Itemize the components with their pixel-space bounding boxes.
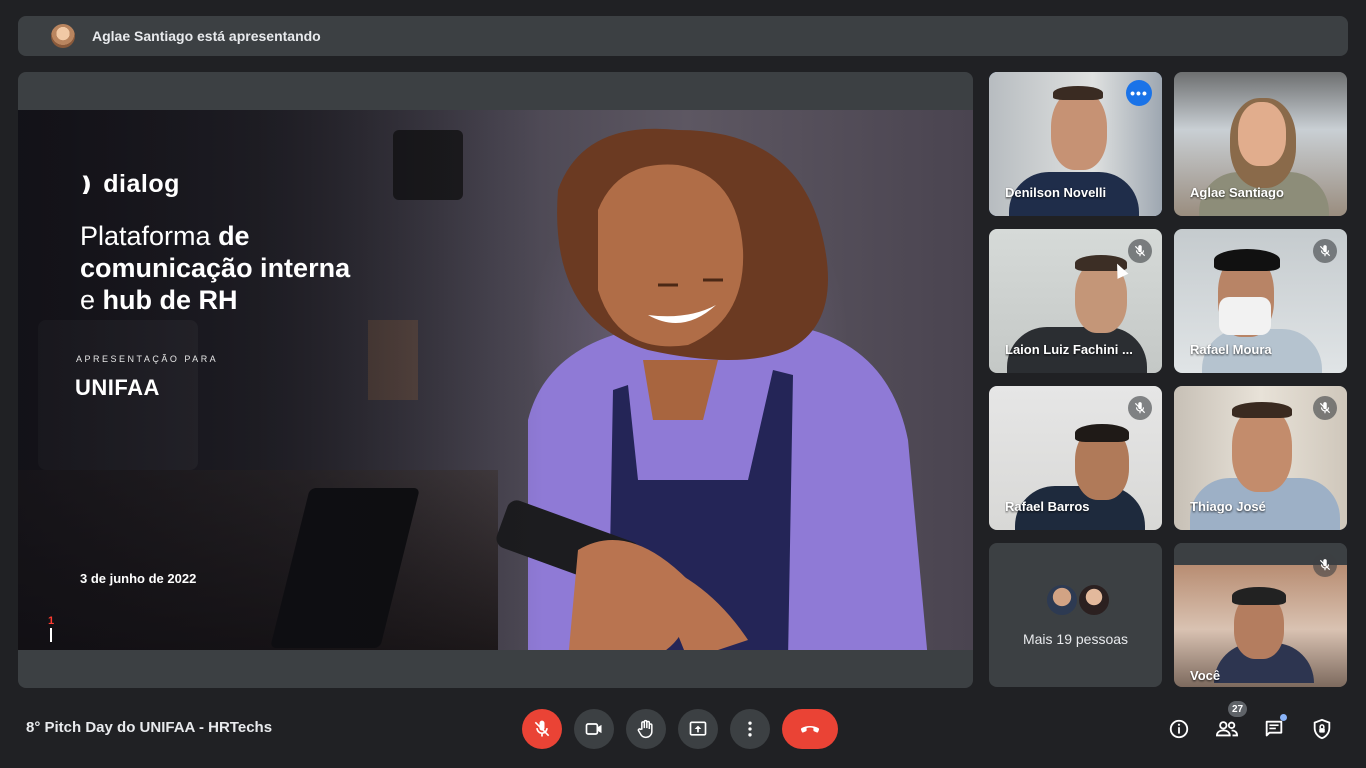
slide-date: 3 de junho de 2022 (80, 571, 197, 586)
mic-toggle-button[interactable] (522, 709, 562, 749)
avatar (1045, 583, 1079, 617)
presentation-slide: ❫ dialog Plataforma de comunicação inter… (18, 110, 973, 650)
headline-part: e (80, 285, 103, 315)
more-people-tile[interactable]: Mais 19 pessoas (989, 543, 1162, 687)
meeting-details-button[interactable] (1162, 712, 1196, 746)
dialog-logo: ❫ dialog (78, 170, 180, 199)
presenter-banner: Aglae Santiago está apresentando (18, 16, 1348, 56)
meeting-title: 8° Pitch Day do UNIFAA - HRTechs (26, 719, 273, 736)
presenter-text: Aglae Santiago está apresentando (92, 28, 321, 44)
participant-name: Denilson Novelli (1005, 185, 1107, 200)
raise-hand-icon (637, 719, 653, 739)
slide-progress-tick (50, 628, 52, 642)
participant-tile[interactable]: Laion Luiz Fachini ... (989, 229, 1162, 373)
headline-part: de (218, 221, 250, 251)
participant-name: Thiago José (1190, 499, 1266, 514)
participants-button[interactable] (1210, 712, 1244, 746)
more-people-avatars (1045, 583, 1111, 617)
participant-name: Aglae Santiago (1190, 185, 1284, 200)
participant-name: Você (1190, 668, 1221, 683)
mic-off-icon (1128, 396, 1152, 420)
dialog-logo-mark-icon: ❫ (78, 174, 96, 196)
present-icon (689, 721, 707, 736)
presenter-avatar (51, 24, 75, 48)
self-view-tile[interactable]: Você (1174, 543, 1347, 687)
avatar (1077, 583, 1111, 617)
info-icon (1169, 719, 1189, 739)
participant-tile[interactable]: Aglae Santiago (1174, 72, 1347, 216)
mic-off-icon (534, 720, 550, 737)
mic-off-icon (1313, 396, 1337, 420)
end-call-icon (800, 726, 820, 733)
present-screen-button[interactable] (678, 709, 718, 749)
participant-count-badge: 27 (1228, 701, 1248, 717)
host-controls-button[interactable] (1305, 712, 1339, 746)
camera-toggle-button[interactable] (574, 709, 614, 749)
mic-off-icon (1313, 239, 1337, 263)
presentation-stage[interactable]: ❫ dialog Plataforma de comunicação inter… (18, 72, 973, 688)
leave-call-button[interactable] (782, 709, 838, 749)
slide-kicker: APRESENTAÇÃO PARA (76, 354, 219, 364)
logo-text: dialog (103, 170, 180, 198)
slide-number: 1 (48, 615, 55, 627)
headline-part: Plataforma (80, 221, 219, 251)
lock-shield-icon (1313, 718, 1331, 740)
slide-client: UNIFAA (75, 375, 160, 400)
camera-icon (585, 723, 602, 735)
participant-tile[interactable]: Rafael Moura (1174, 229, 1347, 373)
chat-icon (1265, 720, 1283, 737)
mic-off-icon (1313, 553, 1337, 577)
mic-off-icon (1128, 239, 1152, 263)
participant-name: Rafael Moura (1190, 342, 1272, 357)
participant-name: Rafael Barros (1005, 499, 1090, 514)
participant-tile[interactable]: Thiago José (1174, 386, 1347, 530)
headline-part: comunicação interna (80, 253, 351, 283)
participant-tile[interactable]: ••• Denilson Novelli (989, 72, 1162, 216)
more-vert-icon (748, 721, 752, 737)
more-options-button[interactable] (730, 709, 770, 749)
participant-name: Laion Luiz Fachini ... (1005, 342, 1133, 357)
raise-hand-button[interactable] (626, 709, 666, 749)
people-icon (1215, 721, 1239, 737)
participant-tile[interactable]: Rafael Barros (989, 386, 1162, 530)
more-people-label: Mais 19 pessoas (1022, 631, 1129, 647)
slide-headline: Plataforma de comunicação interna e hub … (80, 220, 440, 316)
headline-part: hub de RH (102, 285, 238, 315)
chat-notification-dot (1280, 714, 1287, 721)
more-options-icon[interactable]: ••• (1126, 80, 1152, 106)
